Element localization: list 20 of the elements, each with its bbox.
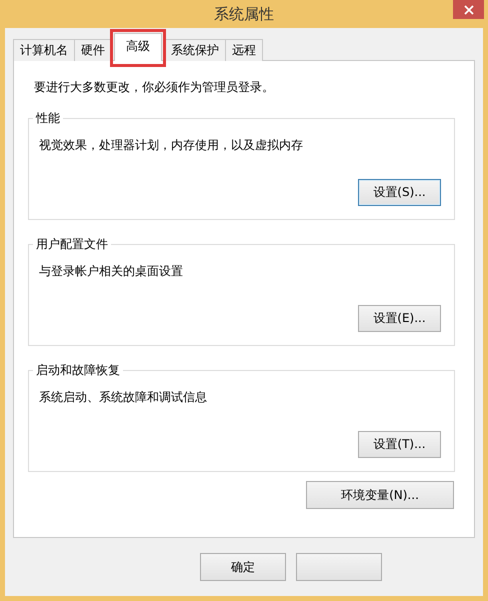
settings-button[interactable]: 设置(S)... (358, 179, 441, 206)
group-title: 用户配置文件 (33, 236, 111, 253)
tab[interactable]: 远程 (225, 39, 263, 61)
group-description: 系统启动、系统故障和调试信息 (39, 390, 207, 404)
tab[interactable]: 硬件 (74, 39, 112, 61)
settings-button[interactable]: 设置(T)... (358, 431, 441, 458)
environment-variables-button[interactable]: 环境变量(N)... (306, 481, 454, 509)
group-description: 与登录帐户相关的桌面设置 (39, 264, 183, 278)
notice-text: 要进行大多数更改，你必须作为管理员登录。 (34, 79, 275, 96)
window-title: 系统属性 (214, 4, 274, 25)
group-title: 性能 (33, 110, 63, 127)
ok-button[interactable]: 确定 (200, 553, 286, 581)
tab[interactable]: 计算机名 (13, 39, 75, 61)
tab[interactable]: 系统保护 (164, 39, 226, 61)
group-title: 启动和故障恢复 (33, 362, 123, 379)
close-icon (464, 4, 474, 14)
tab[interactable]: 高级 (114, 33, 162, 61)
group-description: 视觉效果，处理器计划，内存使用，以及虚拟内存 (39, 138, 303, 152)
settings-button[interactable]: 设置(E)... (358, 305, 441, 332)
close-button[interactable] (453, 0, 484, 19)
